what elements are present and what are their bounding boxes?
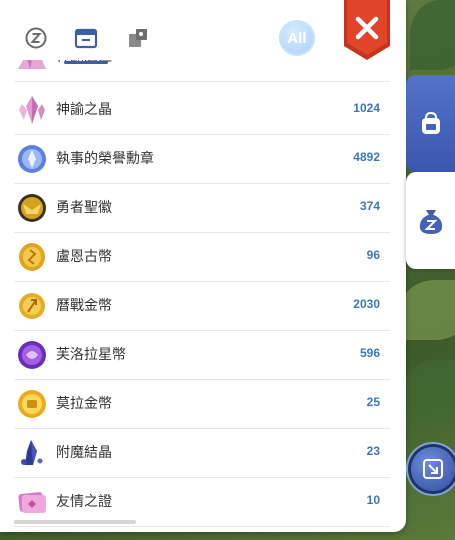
wallet-icon [74,28,98,49]
item-name: 曆戰金幣 [56,298,112,314]
pink-crystal-icon [19,96,45,124]
resize-icon [423,459,443,479]
item-value: 96 [366,248,380,262]
item-value: 23 [366,444,380,458]
expand-button[interactable] [411,447,455,491]
item-value: 25 [366,395,380,409]
item-name: 莫拉金幣 [56,396,112,412]
item-value: 1024 [353,101,380,115]
list-item[interactable]: 曆戰金幣 2030 [14,282,390,331]
list-item[interactable]: 莫拉金幣 25 [14,380,390,429]
item-value: 374 [359,199,380,213]
background-foliage [400,280,455,340]
item-name: 盧恩古幣 [56,249,112,265]
item-name: 神諭之晶 [56,102,112,118]
background-foliage [410,0,455,70]
list-item[interactable]: 附魔結晶 23 [14,429,390,478]
side-tab-bag[interactable] [406,75,455,172]
friendship-card-icon [18,492,46,513]
tab-zeny[interactable] [16,18,56,58]
backpack-icon [421,111,440,134]
item-name: 芙洛拉星幣 [56,347,126,363]
zeny-coin-outline-icon [25,27,47,49]
puzzle-icon [129,29,147,47]
item-value: 4892 [353,150,380,164]
gold-emblem-icon [18,194,46,222]
item-value: 596 [359,346,380,360]
item-value: 10 [366,493,380,507]
item-name: 友情之證 [56,494,112,510]
background-foliage [405,360,455,420]
blue-medal-icon [18,145,46,173]
horizontal-scrollbar[interactable] [14,520,136,524]
list-item[interactable]: 執事的榮譽勳章 4892 [14,135,390,184]
close-button[interactable] [342,0,392,62]
tab-collection[interactable] [118,18,158,58]
item-name: 勇者聖徽 [56,200,112,216]
list-item[interactable]: 神諭之晶 1024 [14,86,390,135]
close-icon [344,0,390,60]
all-button[interactable]: All [279,20,315,56]
item-name: 附魔結晶 [56,445,112,461]
item-name: 執事的榮譽勳章 [56,151,154,167]
side-tab-currency[interactable] [406,172,455,269]
list-item[interactable]: 盧恩古幣 96 [14,233,390,282]
enchant-crystal-icon [21,440,43,465]
rune-coin-icon [19,243,45,271]
zeny-bag-icon [419,209,442,234]
list-item[interactable]: 勇者聖徽 374 [14,184,390,233]
tab-wallet[interactable] [64,18,108,64]
purple-star-coin-icon [18,341,46,369]
item-value: 2030 [353,297,380,311]
list-item[interactable]: 芙洛拉星幣 596 [14,331,390,380]
battle-coin-icon [19,293,45,319]
currency-panel: 神諭之匣 3240 神諭之晶 1024 執事的榮譽勳章 4892 [0,0,406,532]
mora-coin-icon [18,390,46,418]
